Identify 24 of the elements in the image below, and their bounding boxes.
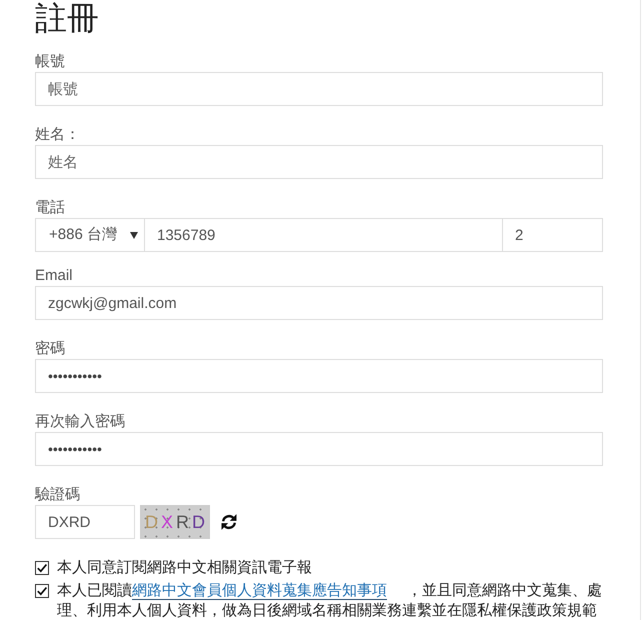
refresh-icon[interactable] — [220, 513, 238, 531]
caret-icon — [130, 232, 138, 238]
field-label: 帳號 — [35, 52, 65, 72]
text-input[interactable]: 姓名 — [35, 145, 603, 179]
text-input[interactable]: 帳號 — [35, 72, 603, 106]
field-label: Email — [35, 266, 73, 286]
country-select[interactable]: +886 台灣 — [35, 218, 145, 252]
phone-input[interactable]: 1356789 — [145, 218, 503, 252]
text-input[interactable]: zgcwkj@gmail.com — [35, 286, 603, 320]
agreement-text: 本人已閱讀網路中文會員個人資料蒐集應告知事項 ，並且同意網路中文蒐集、處理、利用本人個人資料，做為日後網域名稱相關業務連繫並在隱私權保護政策規範 — [57, 581, 603, 620]
field-label: 驗證碼 — [35, 485, 80, 505]
password-input[interactable]: ••••••••••• — [35, 432, 603, 466]
checkbox[interactable] — [35, 584, 49, 598]
privacy-notice-link[interactable]: 網路中文會員個人資料蒐集應告知事項 — [132, 582, 387, 599]
extension-input[interactable]: 2 — [503, 218, 603, 252]
captcha-input[interactable]: DXRD — [35, 505, 135, 539]
field-label: 電話 — [35, 198, 65, 218]
agreement-text: 本人同意訂閱網路中文相關資訊電子報 — [57, 558, 313, 578]
page-title: 註冊 — [35, 0, 100, 38]
field-label: 姓名： — [35, 125, 80, 145]
checkbox[interactable] — [35, 561, 49, 575]
password-input[interactable]: ••••••••••• — [35, 359, 603, 393]
field-label: 再次輸入密碼 — [35, 412, 125, 432]
field-label: 密碼 — [35, 339, 65, 359]
